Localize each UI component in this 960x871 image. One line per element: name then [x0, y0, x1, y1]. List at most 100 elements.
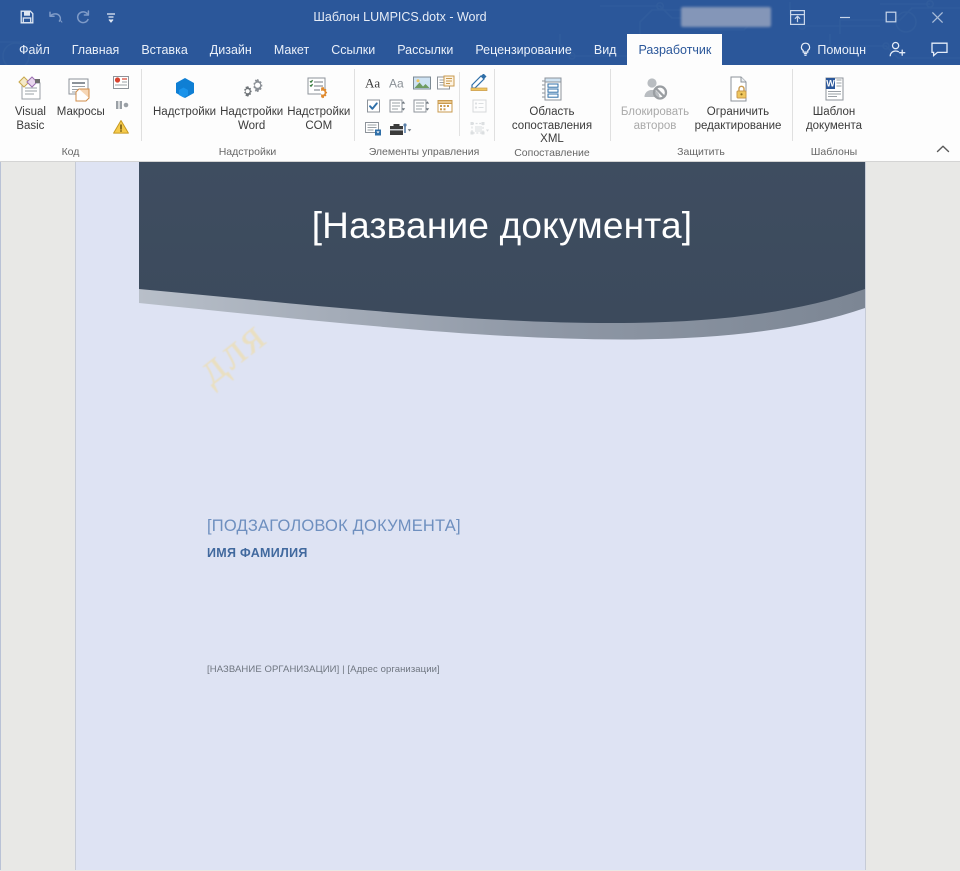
- visual-basic-button[interactable]: Visual Basic: [6, 70, 55, 133]
- tab-view[interactable]: Вид: [583, 34, 628, 65]
- xml-mapping-pane-label: Область сопоставления XML: [502, 106, 602, 147]
- ribbon-group-addins-title: Надстройки: [141, 146, 354, 161]
- tab-design[interactable]: Дизайн: [199, 34, 263, 65]
- controls-side-buttons[interactable]: [457, 70, 495, 140]
- tab-layout[interactable]: Макет: [263, 34, 320, 65]
- visual-basic-label: Visual Basic: [15, 106, 46, 133]
- date-picker-content-control-icon[interactable]: [434, 95, 457, 117]
- svg-text:W: W: [826, 79, 835, 89]
- ribbon-group-controls-title: Элементы управления: [354, 146, 494, 161]
- word-addins-button[interactable]: Надстройки Word: [218, 70, 285, 133]
- word-addins-icon: [236, 72, 268, 106]
- addins-label: Надстройки: [153, 106, 216, 120]
- macros-button[interactable]: Макросы: [55, 70, 107, 120]
- macro-security-icon[interactable]: [107, 116, 135, 137]
- checkbox-content-control-icon[interactable]: [362, 95, 385, 117]
- picture-content-control-icon[interactable]: [410, 72, 433, 94]
- ribbon-group-addins: Надстройки Надстройки Word: [141, 65, 354, 161]
- tab-developer[interactable]: Разработчик: [627, 34, 722, 65]
- restrict-editing-label: Ограничить редактирование: [695, 106, 782, 133]
- content-controls-grid[interactable]: Aa Aa: [362, 70, 457, 140]
- maximize-icon[interactable]: [868, 0, 914, 34]
- ribbon-group-templates: W Шаблон документа Шаблоны: [792, 65, 876, 161]
- document-template-label: Шаблон документа: [806, 106, 862, 133]
- lightbulb-icon: [799, 42, 812, 57]
- ribbon-tab-bar: Файл Главная Вставка Дизайн Макет Ссылки…: [0, 34, 960, 65]
- ribbon-group-mapping: Область сопоставления XML Сопоставление: [494, 65, 610, 161]
- legacy-tools-icon[interactable]: [386, 118, 416, 140]
- document-template-icon: W: [819, 72, 849, 106]
- document-organization[interactable]: [НАЗВАНИЕ ОРГАНИЗАЦИИ] | [Адрес организа…: [207, 664, 440, 675]
- addins-icon: [169, 72, 201, 106]
- block-authors-button: Блокировать авторов: [618, 70, 692, 133]
- addins-button[interactable]: Надстройки: [151, 70, 218, 120]
- cover-banner-shape: [139, 162, 865, 379]
- quick-access-toolbar[interactable]: [0, 0, 124, 34]
- macros-icon: [65, 72, 97, 106]
- window-controls[interactable]: [772, 0, 960, 34]
- tab-review[interactable]: Рецензирование: [464, 34, 583, 65]
- ribbon-group-code: Visual Basic Макросы: [0, 65, 141, 161]
- ribbon: Visual Basic Макросы: [0, 65, 960, 162]
- ribbon-group-mapping-title: Сопоставление: [494, 147, 610, 162]
- tab-references[interactable]: Ссылки: [320, 34, 386, 65]
- ribbon-group-templates-title: Шаблоны: [792, 146, 876, 161]
- macros-label: Макросы: [57, 106, 105, 120]
- visual-basic-icon: [15, 72, 45, 106]
- document-subtitle[interactable]: [ПОДЗАГОЛОВОК ДОКУМЕНТА]: [207, 517, 461, 536]
- word-addins-label: Надстройки Word: [220, 106, 283, 133]
- svg-text:Aa: Aa: [365, 76, 380, 91]
- document-title[interactable]: [Название документа]: [139, 205, 865, 247]
- undo-icon[interactable]: [42, 4, 68, 30]
- pause-recording-icon[interactable]: [107, 94, 135, 115]
- minimize-icon[interactable]: [822, 0, 868, 34]
- building-block-gallery-icon[interactable]: [434, 72, 457, 94]
- repeating-section-content-control-icon[interactable]: [362, 118, 385, 140]
- design-mode-icon[interactable]: [465, 72, 495, 94]
- document-page-1[interactable]: [Название документа] для [ПОДЗАГОЛОВОК Д…: [75, 162, 866, 870]
- cover-banner: [Название документа]: [139, 162, 865, 379]
- save-icon[interactable]: [14, 4, 40, 30]
- customize-qat-icon[interactable]: [98, 4, 124, 30]
- record-macro-icon[interactable]: [107, 72, 135, 93]
- document-template-button[interactable]: W Шаблон документа: [798, 70, 870, 133]
- canvas-left-edge: [0, 162, 1, 870]
- tell-me-box[interactable]: Помощн: [789, 34, 876, 65]
- combo-box-content-control-icon[interactable]: [386, 95, 409, 117]
- share-icon[interactable]: [876, 34, 918, 65]
- restrict-editing-icon: [723, 72, 753, 106]
- code-small-buttons[interactable]: [107, 70, 135, 137]
- redacted-title-field: [681, 7, 771, 27]
- group-icon: [465, 118, 495, 140]
- tab-file[interactable]: Файл: [8, 34, 61, 65]
- com-addins-icon: [303, 72, 335, 106]
- tab-list[interactable]: Файл Главная Вставка Дизайн Макет Ссылки…: [0, 34, 722, 65]
- document-author[interactable]: ИМЯ ФАМИЛИЯ: [207, 546, 308, 560]
- xml-mapping-pane-button[interactable]: Область сопоставления XML: [500, 70, 604, 147]
- tab-mailings[interactable]: Рассылки: [386, 34, 464, 65]
- xml-mapping-pane-icon: [537, 72, 567, 106]
- plain-text-content-control-icon[interactable]: Aa: [386, 72, 409, 94]
- tab-bar-right-tools[interactable]: Помощн: [789, 34, 960, 65]
- tab-home[interactable]: Главная: [61, 34, 131, 65]
- restrict-editing-button[interactable]: Ограничить редактирование: [692, 70, 784, 133]
- tell-me-label: Помощн: [817, 43, 866, 57]
- ribbon-group-controls: Aa Aa: [354, 65, 494, 161]
- comments-icon[interactable]: [918, 34, 960, 65]
- ribbon-group-code-title: Код: [0, 146, 141, 161]
- ribbon-display-options-icon[interactable]: [772, 0, 822, 34]
- svg-text:Aa: Aa: [389, 77, 404, 91]
- redo-icon[interactable]: [70, 4, 96, 30]
- block-authors-label: Блокировать авторов: [621, 106, 689, 133]
- title-bar: Шаблон LUMPICS.dotx - Word: [0, 0, 960, 34]
- document-canvas[interactable]: [Название документа] для [ПОДЗАГОЛОВОК Д…: [0, 162, 960, 870]
- com-addins-label: Надстройки COM: [287, 106, 350, 133]
- com-addins-button[interactable]: Надстройки COM: [285, 70, 352, 133]
- dropdown-list-content-control-icon[interactable]: [410, 95, 433, 117]
- ribbon-group-protect: Блокировать авторов Ограничить редактиро…: [610, 65, 792, 161]
- rich-text-content-control-icon[interactable]: Aa: [362, 72, 385, 94]
- block-authors-icon: [639, 72, 671, 106]
- collapse-ribbon-icon[interactable]: [934, 141, 952, 157]
- close-icon[interactable]: [914, 0, 960, 34]
- tab-insert[interactable]: Вставка: [130, 34, 198, 65]
